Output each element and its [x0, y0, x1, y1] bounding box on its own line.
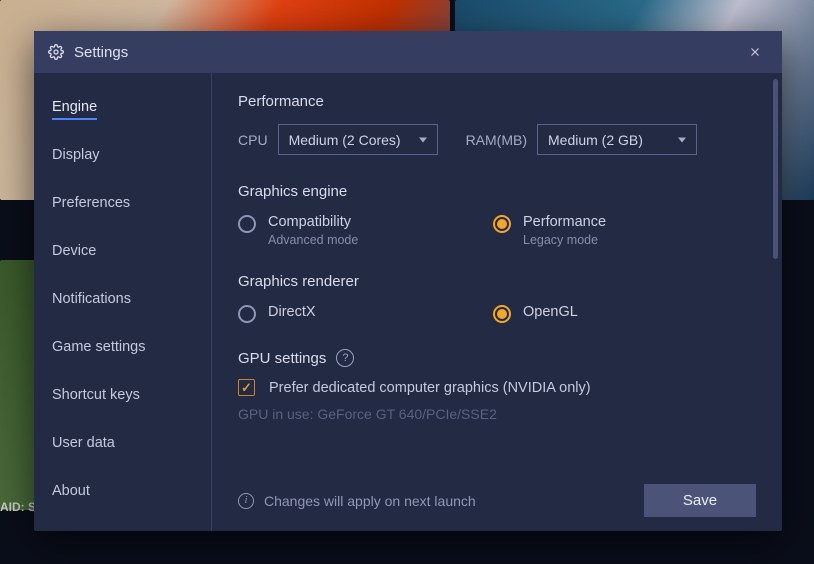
gear-icon: [48, 44, 64, 60]
bg-caption: AID: S: [0, 500, 36, 514]
section-title-graphics-engine: Graphics engine: [238, 183, 756, 200]
radio-icon: [493, 305, 511, 323]
content-scrollbar[interactable]: [773, 79, 778, 259]
sidebar-item-preferences[interactable]: Preferences: [52, 185, 211, 221]
prefer-dedicated-row[interactable]: Prefer dedicated computer graphics (NVID…: [238, 379, 756, 396]
sidebar-item-label: About: [52, 483, 90, 499]
sidebar-item-shortcut-keys[interactable]: Shortcut keys: [52, 377, 211, 413]
save-button[interactable]: Save: [644, 484, 756, 517]
footer-info: i Changes will apply on next launch: [238, 493, 476, 509]
sidebar-item-user-data[interactable]: User data: [52, 425, 211, 461]
sidebar-item-label: Engine: [52, 99, 97, 120]
cpu-label: CPU: [238, 132, 268, 148]
section-title-performance: Performance: [238, 93, 756, 110]
ram-dropdown[interactable]: Medium (2 GB): [537, 124, 697, 155]
close-button[interactable]: [742, 39, 768, 65]
radio-icon: [493, 215, 511, 233]
sidebar-item-about[interactable]: About: [52, 473, 211, 509]
ram-label: RAM(MB): [466, 132, 527, 148]
sidebar-item-label: User data: [52, 435, 115, 451]
settings-content: Performance CPU Medium (2 Cores) RAM(MB)…: [212, 73, 782, 531]
ram-value: Medium (2 GB): [548, 132, 643, 148]
section-title-gpu: GPU settings: [238, 350, 326, 367]
checkbox-icon: [238, 379, 255, 396]
prefer-dedicated-label: Prefer dedicated computer graphics (NVID…: [269, 380, 591, 396]
radio-label: Compatibility: [268, 214, 358, 230]
radio-label: DirectX: [268, 304, 316, 320]
gpu-settings-header: GPU settings ?: [238, 349, 756, 367]
modal-title: Settings: [74, 44, 742, 61]
sidebar-item-label: Notifications: [52, 291, 131, 307]
radio-sublabel: Advanced mode: [268, 233, 358, 247]
graphics-engine-compatibility[interactable]: Compatibility Advanced mode: [238, 214, 493, 247]
graphics-renderer-directx[interactable]: DirectX: [238, 304, 493, 323]
graphics-engine-row: Compatibility Advanced mode Performance …: [238, 214, 756, 247]
graphics-engine-performance[interactable]: Performance Legacy mode: [493, 214, 748, 247]
sidebar-item-notifications[interactable]: Notifications: [52, 281, 211, 317]
radio-icon: [238, 215, 256, 233]
settings-footer: i Changes will apply on next launch Save: [238, 484, 756, 517]
radio-sublabel: Legacy mode: [523, 233, 606, 247]
graphics-renderer-opengl[interactable]: OpenGL: [493, 304, 748, 323]
sidebar-item-label: Preferences: [52, 195, 130, 211]
sidebar-item-label: Device: [52, 243, 96, 259]
radio-icon: [238, 305, 256, 323]
chevron-down-icon: [678, 137, 686, 142]
radio-label: OpenGL: [523, 304, 578, 320]
cpu-dropdown[interactable]: Medium (2 Cores): [278, 124, 438, 155]
footer-info-text: Changes will apply on next launch: [264, 493, 476, 509]
sidebar-item-label: Shortcut keys: [52, 387, 140, 403]
modal-header: Settings: [34, 31, 782, 73]
sidebar-item-engine[interactable]: Engine: [52, 89, 211, 125]
radio-label: Performance: [523, 214, 606, 230]
performance-row: CPU Medium (2 Cores) RAM(MB) Medium (2 G…: [238, 124, 756, 155]
sidebar-item-label: Game settings: [52, 339, 146, 355]
cpu-value: Medium (2 Cores): [289, 132, 401, 148]
info-icon: i: [238, 493, 254, 509]
sidebar-item-device[interactable]: Device: [52, 233, 211, 269]
settings-sidebar: Engine Display Preferences Device Notifi…: [34, 73, 212, 531]
section-title-graphics-renderer: Graphics renderer: [238, 273, 756, 290]
settings-modal: Settings Engine Display Preferences Devi…: [34, 31, 782, 531]
sidebar-item-game-settings[interactable]: Game settings: [52, 329, 211, 365]
help-icon[interactable]: ?: [336, 349, 354, 367]
gpu-in-use-text: GPU in use: GeForce GT 640/PCIe/SSE2: [238, 406, 756, 422]
sidebar-item-label: Display: [52, 147, 100, 163]
sidebar-item-display[interactable]: Display: [52, 137, 211, 173]
graphics-renderer-row: DirectX OpenGL: [238, 304, 756, 323]
chevron-down-icon: [419, 137, 427, 142]
modal-body: Engine Display Preferences Device Notifi…: [34, 73, 782, 531]
